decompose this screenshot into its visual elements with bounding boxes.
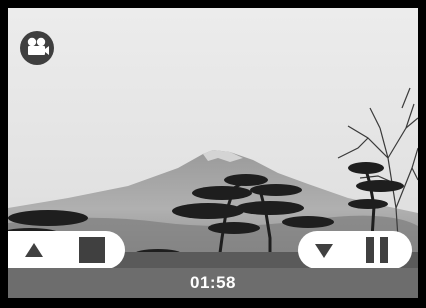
- rewind-up-icon[interactable]: [24, 241, 44, 259]
- movie-camera-icon: [20, 31, 54, 65]
- right-controls-pill: [298, 231, 412, 269]
- status-bar: 01:58: [8, 268, 418, 298]
- forward-down-icon[interactable]: [314, 242, 334, 260]
- stop-icon[interactable]: [79, 237, 105, 263]
- elapsed-time: 01:58: [190, 273, 236, 292]
- playback-screen: 01:58: [8, 8, 418, 298]
- left-controls-pill: [8, 231, 125, 269]
- viewer-frame: 01:58: [0, 0, 426, 308]
- pause-icon[interactable]: [366, 237, 388, 263]
